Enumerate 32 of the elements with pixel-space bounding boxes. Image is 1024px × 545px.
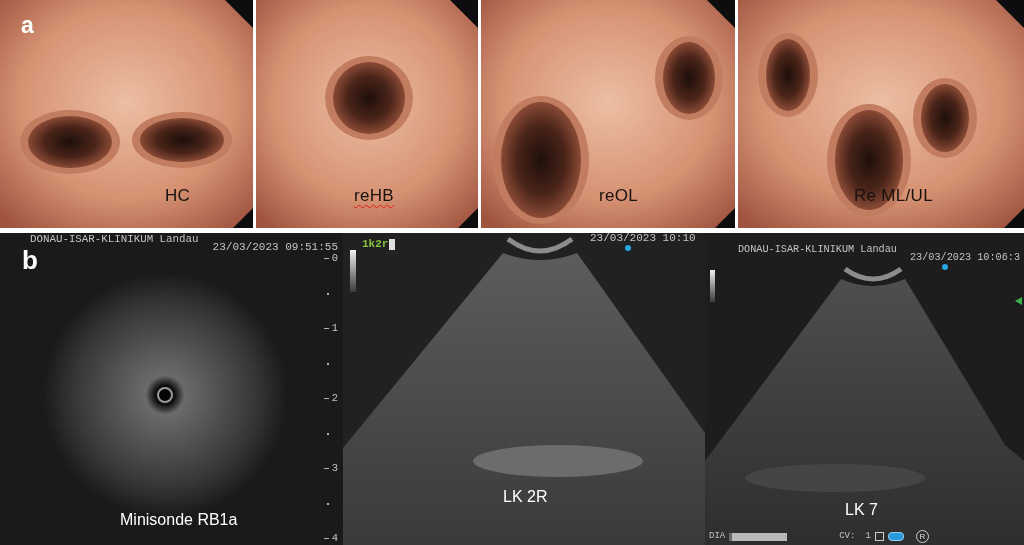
preset-label: 1k2r bbox=[362, 239, 389, 250]
gradient-bar-icon bbox=[350, 250, 356, 292]
clinic-name: DONAU-ISAR-KLINIKUM Landau bbox=[738, 245, 897, 256]
pill-icon bbox=[887, 532, 904, 541]
clinic-name: DONAU-ISAR-KLINIKUM Landau bbox=[30, 234, 199, 245]
depth-label: 0 bbox=[323, 253, 338, 264]
marker-dot-icon bbox=[942, 264, 948, 270]
panel-label: b bbox=[22, 245, 38, 275]
indicator-bar-icon bbox=[729, 532, 788, 541]
gradient-bar-icon bbox=[710, 270, 715, 302]
photo-caption: Re ML/UL bbox=[854, 186, 933, 206]
depth-label: 1 bbox=[323, 323, 338, 334]
text-cursor-icon bbox=[389, 239, 396, 250]
depth-label: 2 bbox=[323, 393, 338, 404]
timestamp: 23/03/2023 10:10 bbox=[590, 233, 696, 244]
scan-caption: LK 7 bbox=[845, 500, 878, 519]
depth-label: 4 bbox=[323, 533, 338, 544]
scan-caption: LK 2R bbox=[503, 487, 548, 506]
depth-label: 3 bbox=[323, 463, 338, 474]
marker-dot-icon bbox=[625, 245, 631, 251]
cv-value: 1 bbox=[865, 532, 871, 541]
photo-caption: HC bbox=[165, 186, 191, 206]
cv-label: CV: bbox=[839, 532, 856, 541]
square-icon bbox=[874, 532, 884, 541]
triangle-marker-icon bbox=[1015, 297, 1022, 305]
photo-caption: reHB bbox=[354, 186, 394, 206]
photo-caption: reOL bbox=[599, 186, 638, 206]
scan-caption: Minisonde RB1a bbox=[120, 510, 238, 529]
timestamp: 23/03/2023 09:51:55 bbox=[212, 242, 338, 253]
timestamp: 23/03/2023 10:06:3 bbox=[910, 253, 1021, 264]
panel-label: a bbox=[21, 12, 34, 38]
mode-label: DIA bbox=[709, 532, 726, 541]
